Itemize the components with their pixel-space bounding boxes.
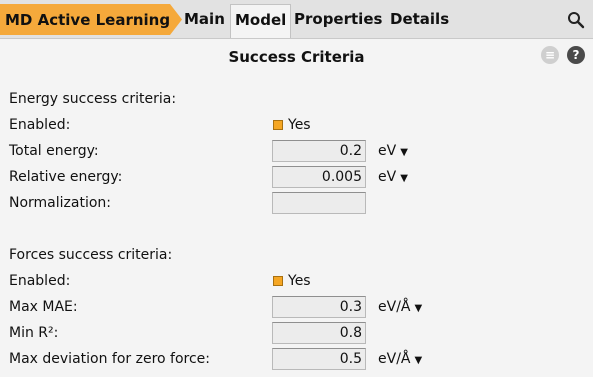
chevron-down-icon: ▼ <box>414 303 423 314</box>
tab-model[interactable]: Model <box>230 4 292 38</box>
forces-enabled-checkbox[interactable] <box>273 276 283 286</box>
max-deviation-label: Max deviation for zero force: <box>9 351 211 367</box>
search-icon[interactable] <box>567 11 585 29</box>
energy-enabled-value[interactable]: Yes <box>288 117 311 133</box>
normalization-field[interactable] <box>272 192 366 214</box>
chevron-down-icon: ▼ <box>400 173 408 184</box>
chevron-down-icon: ▼ <box>400 147 408 158</box>
unit-label: eV <box>378 143 397 159</box>
app-title-breadcrumb[interactable]: MD Active Learning <box>0 4 182 35</box>
energy-enabled-label: Enabled: <box>9 117 71 133</box>
top-bar: MD Active Learning Main Model Properties… <box>0 0 593 39</box>
normalization-label: Normalization: <box>9 195 112 211</box>
total-energy-label: Total energy: <box>9 143 99 159</box>
unit-label: eV/Å <box>378 299 411 315</box>
total-energy-field[interactable]: 0.2 <box>272 140 366 162</box>
relative-energy-label: Relative energy: <box>9 169 123 185</box>
energy-enabled-checkbox[interactable] <box>273 120 283 130</box>
relative-energy-field[interactable]: 0.005 <box>272 166 366 188</box>
min-r2-field[interactable]: 0.8 <box>272 322 366 344</box>
forces-enabled-label: Enabled: <box>9 273 71 289</box>
forces-enabled-value[interactable]: Yes <box>288 273 311 289</box>
unit-label: eV <box>378 169 397 185</box>
min-r2-label: Min R²: <box>9 325 59 341</box>
max-mae-unit-dropdown[interactable]: eV/Å ▼ <box>378 299 422 315</box>
energy-section-label: Energy success criteria: <box>9 91 177 107</box>
tab-properties[interactable]: Properties <box>294 4 382 35</box>
help-icon[interactable]: ? <box>567 46 585 64</box>
tab-main[interactable]: Main <box>184 4 225 35</box>
max-mae-label: Max MAE: <box>9 299 78 315</box>
unit-label: eV/Å <box>378 351 411 367</box>
max-mae-field[interactable]: 0.3 <box>272 296 366 318</box>
max-deviation-field[interactable]: 0.5 <box>272 348 366 370</box>
chevron-down-icon: ▼ <box>414 355 423 366</box>
menu-icon[interactable]: ≡ <box>541 46 559 64</box>
page-title: Success Criteria <box>228 48 365 66</box>
max-deviation-unit-dropdown[interactable]: eV/Å ▼ <box>378 351 422 367</box>
relative-energy-unit-dropdown[interactable]: eV ▼ <box>378 169 408 185</box>
total-energy-unit-dropdown[interactable]: eV ▼ <box>378 143 408 159</box>
tab-details[interactable]: Details <box>390 4 449 35</box>
forces-section-label: Forces success criteria: <box>9 247 173 263</box>
app-title: MD Active Learning <box>5 11 171 29</box>
